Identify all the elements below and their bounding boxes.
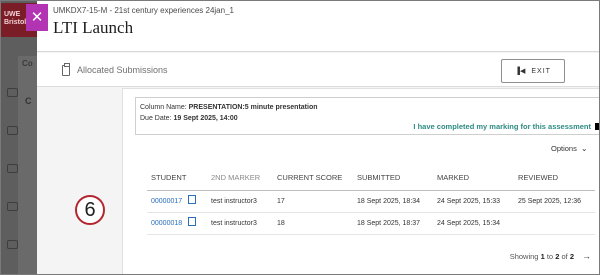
close-icon: ✕ (30, 9, 44, 26)
student-cell: 00000017 (147, 190, 207, 213)
submissions-table: STUDENT 2ND MARKER CURRENT SCORE SUBMITT… (147, 166, 595, 235)
due-date-line: Due Date: 19 Sept 2025, 14:00 (140, 115, 238, 122)
second-marker-cell: test instructor3 (207, 190, 273, 213)
screenshot-frame: UWE Bristol Co C ✕ UMKDX7-15-M - 21st cen… (0, 0, 600, 275)
close-panel-button[interactable]: ✕ (26, 4, 48, 31)
pagination-to-label: to (546, 251, 554, 261)
assessment-info-box: Column Name: PRESENTATION:5 minute prese… (135, 97, 599, 135)
exit-label: EXIT (531, 67, 551, 75)
bg-nav-icon (7, 88, 18, 97)
exit-icon: ▐◀ (515, 68, 526, 75)
pagination: Showing 1 to 2 of 2 → (510, 251, 591, 261)
reviewed-cell: 25 Sept 2025, 12:36 (514, 190, 595, 213)
step-callout-badge: 6 (75, 195, 105, 225)
column-header-current-score[interactable]: CURRENT SCORE (273, 166, 353, 191)
completed-checkbox[interactable] (595, 123, 599, 130)
submitted-cell: 18 Sept 2025, 18:37 (353, 212, 433, 235)
submissions-card: Column Name: PRESENTATION:5 minute prese… (122, 88, 599, 274)
copy-icon[interactable] (188, 195, 197, 204)
course-code: UMKDX7-15-M - 21st century experiences 2… (53, 6, 234, 15)
completed-marking-label: I have completed my marking for this ass… (413, 122, 591, 131)
table-row: 00000018 test instructor3 18 18 Sept 202… (147, 212, 595, 235)
second-marker-cell: test instructor3 (207, 212, 273, 235)
allocated-submissions-label: Allocated Submissions (77, 65, 168, 75)
due-date-value: 19 Sept 2025, 14:00 (173, 115, 238, 122)
bg-item-text: C (25, 96, 32, 106)
student-link[interactable]: 00000018 (151, 220, 182, 227)
column-header-2nd-marker[interactable]: 2ND MARKER (207, 166, 273, 191)
page-title: LTI Launch (53, 18, 134, 37)
exit-button[interactable]: ▐◀ EXIT (501, 59, 565, 83)
marked-cell: 24 Sept 2025, 15:34 (433, 212, 514, 235)
options-dropdown[interactable]: Options ⌄ (551, 144, 588, 153)
bg-tab-text: Co (22, 59, 33, 68)
bg-nav-icon (7, 202, 18, 211)
column-name-label: Column Name: (140, 104, 187, 111)
column-header-reviewed[interactable]: REVIEWED (514, 166, 595, 191)
panel-header: UMKDX7-15-M - 21st century experiences 2… (37, 1, 599, 52)
next-page-arrow-icon[interactable]: → (582, 251, 591, 261)
pagination-summary: Showing 1 to 2 of 2 (510, 252, 574, 261)
bg-nav-icon (7, 240, 18, 249)
table-row: 00000017 test instructor3 17 18 Sept 202… (147, 190, 595, 213)
pagination-total: 2 (569, 251, 574, 261)
pagination-of-label: of (561, 251, 568, 261)
clipboard-icon (62, 63, 70, 76)
score-cell: 18 (273, 212, 353, 235)
copy-icon[interactable] (188, 217, 197, 226)
completed-marking-toggle[interactable]: I have completed my marking for this ass… (413, 122, 599, 131)
column-header-student[interactable]: STUDENT (147, 166, 207, 191)
due-date-label: Due Date: (140, 115, 172, 122)
lti-panel: UMKDX7-15-M - 21st century experiences 2… (37, 1, 599, 274)
pagination-to: 2 (555, 251, 560, 261)
student-cell: 00000018 (147, 212, 207, 235)
chevron-down-icon: ⌄ (580, 144, 588, 153)
submitted-cell: 18 Sept 2025, 18:34 (353, 190, 433, 213)
column-header-submitted[interactable]: SUBMITTED (353, 166, 433, 191)
column-name-line: Column Name: PRESENTATION:5 minute prese… (140, 104, 318, 111)
column-name-value: PRESENTATION:5 minute presentation (188, 104, 318, 111)
background-course-strip: Co C (18, 56, 37, 274)
pagination-from: 1 (540, 251, 545, 261)
column-header-marked[interactable]: MARKED (433, 166, 514, 191)
score-cell: 17 (273, 190, 353, 213)
table-header-row: STUDENT 2ND MARKER CURRENT SCORE SUBMITT… (147, 166, 595, 191)
bg-nav-icon (7, 126, 18, 135)
marked-cell: 24 Sept 2025, 15:33 (433, 190, 514, 213)
student-link[interactable]: 00000017 (151, 198, 182, 205)
pagination-showing-label: Showing (509, 251, 539, 261)
reviewed-cell (514, 212, 595, 235)
options-label: Options (551, 144, 577, 153)
bg-nav-icon (7, 164, 18, 173)
